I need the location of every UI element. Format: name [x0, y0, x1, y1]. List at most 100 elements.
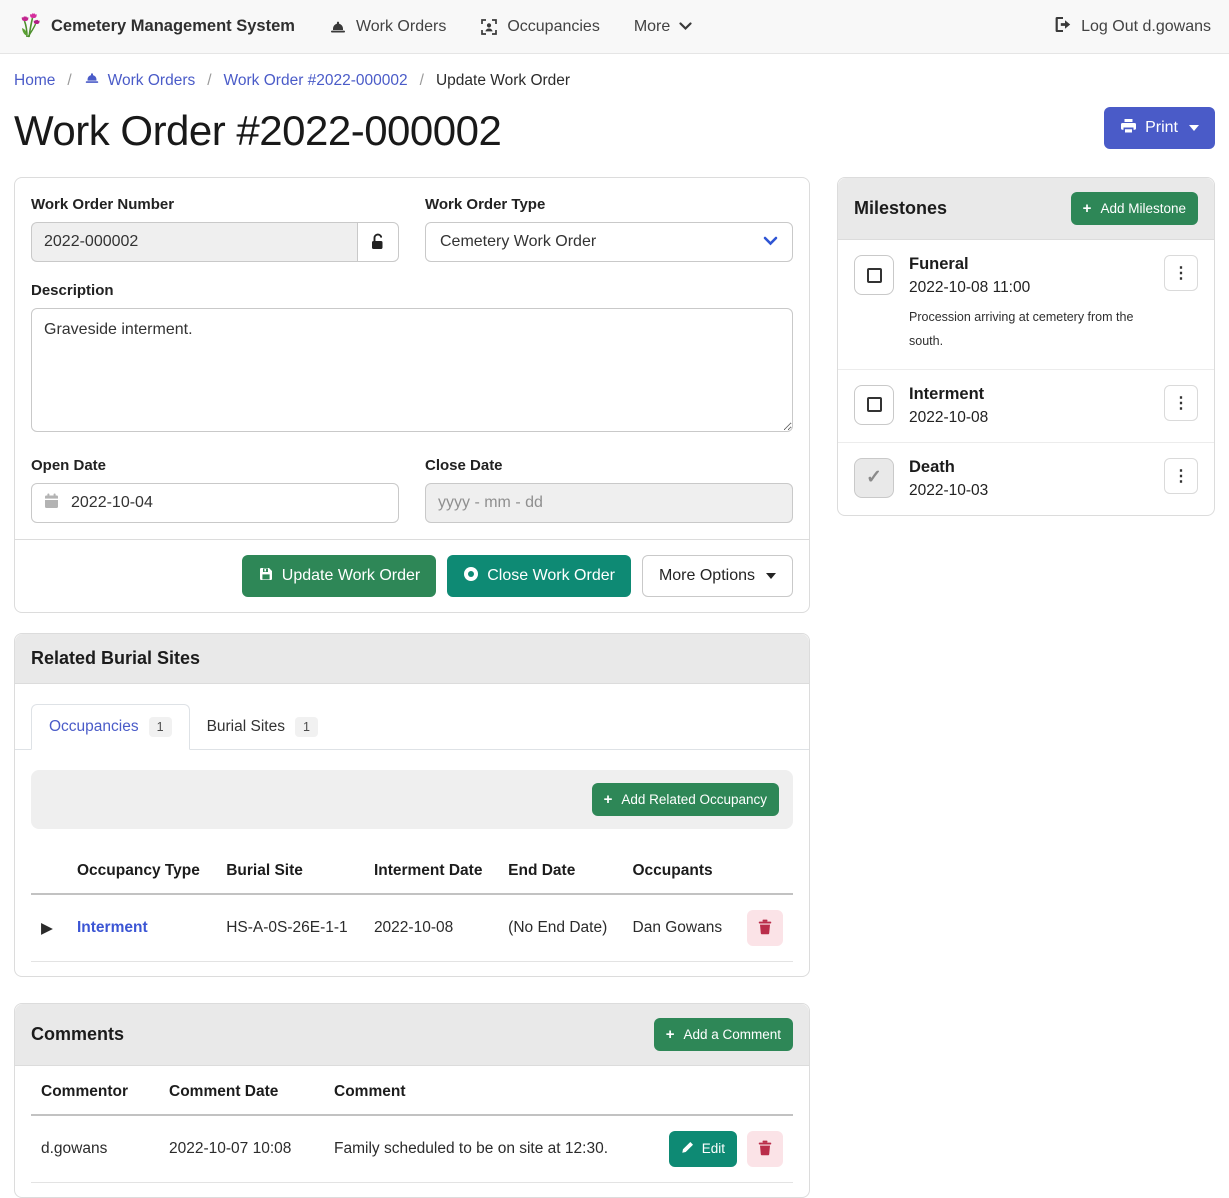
tab-occupancies-label: Occupancies — [49, 718, 139, 736]
burial-site-cell: HS-A-0S-26E-1-1 — [216, 894, 364, 962]
milestone-menu-button[interactable]: ⋮ — [1164, 255, 1198, 291]
logout-button[interactable]: Log Out d.gowans — [1054, 16, 1211, 38]
breadcrumb-separator: / — [207, 72, 211, 90]
description-field: Description Graveside interment. — [31, 282, 793, 437]
open-date-input-wrap — [31, 483, 399, 523]
hard-hat-icon — [84, 70, 100, 91]
related-burial-sites-title: Related Burial Sites — [31, 648, 200, 669]
work-order-number-label: Work Order Number — [31, 196, 399, 213]
close-work-order-label: Close Work Order — [487, 568, 615, 584]
work-order-type-select[interactable]: Cemetery Work Order — [425, 222, 793, 262]
add-related-occupancy-button[interactable]: + Add Related Occupancy — [592, 783, 779, 816]
milestone-date: 2022-10-08 — [909, 409, 1149, 427]
milestones-header: Milestones + Add Milestone — [838, 178, 1214, 240]
breadcrumb-home[interactable]: Home — [14, 72, 55, 90]
work-order-form-body: Work Order Number — [15, 178, 809, 539]
col-actions — [737, 849, 793, 894]
print-button[interactable]: Print — [1104, 107, 1215, 149]
delete-occupancy-button[interactable] — [747, 910, 783, 946]
related-burial-sites-card: Related Burial Sites Occupancies 1 Buria… — [14, 633, 810, 977]
close-date-input-wrap — [425, 483, 793, 523]
col-comment: Comment — [324, 1070, 659, 1115]
col-commentor: Commentor — [31, 1070, 159, 1115]
work-order-number-input[interactable] — [31, 222, 357, 262]
more-options-label: More Options — [659, 568, 755, 584]
printer-icon — [1120, 118, 1137, 138]
unlock-icon — [369, 232, 386, 253]
milestone-menu-button[interactable]: ⋮ — [1164, 385, 1198, 421]
edit-comment-label: Edit — [702, 1142, 725, 1156]
commentor-cell: d.gowans — [31, 1115, 159, 1183]
open-date-input[interactable] — [71, 494, 386, 512]
save-icon — [258, 566, 274, 586]
expand-row-icon[interactable]: ▶ — [31, 894, 67, 962]
app-brand[interactable]: Cemetery Management System — [18, 10, 295, 43]
nav-occupancies[interactable]: Occupancies — [480, 18, 600, 36]
description-textarea[interactable]: Graveside interment. — [31, 308, 793, 432]
add-milestone-button[interactable]: + Add Milestone — [1071, 192, 1198, 225]
comments-header: Comments + Add a Comment — [15, 1004, 809, 1066]
tab-occupancies[interactable]: Occupancies 1 — [31, 704, 190, 750]
edit-comment-button[interactable]: Edit — [669, 1131, 737, 1167]
work-order-type-field: Work Order Type Cemetery Work Order — [425, 196, 793, 262]
milestone-checkbox[interactable] — [854, 385, 894, 425]
milestone-name: Death — [909, 458, 1149, 477]
occupants-cell: Dan Gowans — [623, 894, 738, 962]
milestone-menu-button[interactable]: ⋮ — [1164, 458, 1198, 494]
occupancy-type-link[interactable]: Interment — [77, 919, 148, 936]
milestone-body: Funeral 2022-10-08 11:00 Procession arri… — [909, 255, 1149, 354]
add-comment-button[interactable]: + Add a Comment — [654, 1018, 793, 1051]
milestones-card: Milestones + Add Milestone Funeral 2022-… — [837, 177, 1215, 516]
top-navbar: Cemetery Management System Work Orders O… — [0, 0, 1229, 54]
work-order-form-footer: Update Work Order Close Work Order More … — [15, 539, 809, 612]
col-occupancy-type: Occupancy Type — [67, 849, 216, 894]
milestone-name: Interment — [909, 385, 1149, 404]
tab-burial-sites-count-badge: 1 — [295, 717, 318, 737]
col-burial-site: Burial Site — [216, 849, 364, 894]
comments-title: Comments — [31, 1024, 124, 1045]
occupancy-table-row: ▶ Interment HS-A-0S-26E-1-1 2022-10-08 (… — [31, 894, 793, 962]
main-column: Work Order Number — [14, 177, 810, 1198]
milestone-date: 2022-10-03 — [909, 482, 1149, 500]
plus-icon: + — [604, 792, 613, 807]
checkbox-unchecked-icon — [867, 397, 882, 412]
checkbox-unchecked-icon — [867, 268, 882, 283]
tab-burial-sites[interactable]: Burial Sites 1 — [190, 704, 335, 750]
milestone-date: 2022-10-08 11:00 — [909, 279, 1149, 297]
col-end-date: End Date — [498, 849, 622, 894]
nav-more[interactable]: More — [634, 18, 692, 36]
side-column: Milestones + Add Milestone Funeral 2022-… — [837, 177, 1215, 516]
milestone-body: Death 2022-10-03 — [909, 458, 1149, 500]
nav-work-orders[interactable]: Work Orders — [329, 18, 446, 36]
update-work-order-button[interactable]: Update Work Order — [242, 555, 436, 597]
breadcrumb-work-orders[interactable]: Work Orders — [84, 70, 196, 91]
nav-more-label: More — [634, 18, 670, 36]
milestone-checkbox[interactable]: ✓ — [854, 458, 894, 498]
delete-comment-button[interactable] — [747, 1131, 783, 1167]
breadcrumb-separator: / — [420, 72, 424, 90]
close-date-input[interactable] — [438, 494, 780, 512]
calendar-icon — [44, 493, 59, 514]
milestone-checkbox[interactable] — [854, 255, 894, 295]
description-label: Description — [31, 282, 793, 299]
nav-work-orders-label: Work Orders — [356, 18, 446, 36]
milestone-item-death: ✓ Death 2022-10-03 ⋮ — [838, 443, 1214, 515]
checkbox-checked-icon: ✓ — [866, 466, 882, 489]
chevron-down-icon — [763, 233, 778, 251]
tab-burial-sites-label: Burial Sites — [207, 718, 285, 736]
col-comment-date: Comment Date — [159, 1070, 324, 1115]
more-options-button[interactable]: More Options — [642, 555, 793, 597]
col-comment-actions — [659, 1070, 793, 1115]
breadcrumb-work-order-number[interactable]: Work Order #2022-000002 — [224, 72, 408, 90]
breadcrumb-work-orders-label: Work Orders — [108, 72, 196, 90]
close-work-order-button[interactable]: Close Work Order — [447, 555, 631, 597]
plus-icon: + — [1083, 201, 1092, 216]
occupancies-table: Occupancy Type Burial Site Interment Dat… — [31, 849, 793, 962]
unlock-button[interactable] — [357, 222, 399, 262]
chevron-down-icon — [679, 22, 692, 31]
add-comment-label: Add a Comment — [683, 1028, 781, 1042]
comments-card: Comments + Add a Comment Commentor Comme… — [14, 1003, 810, 1198]
col-occupants: Occupants — [623, 849, 738, 894]
occupancy-frame-icon — [480, 18, 498, 36]
occupancies-toolbar: + Add Related Occupancy — [31, 770, 793, 829]
